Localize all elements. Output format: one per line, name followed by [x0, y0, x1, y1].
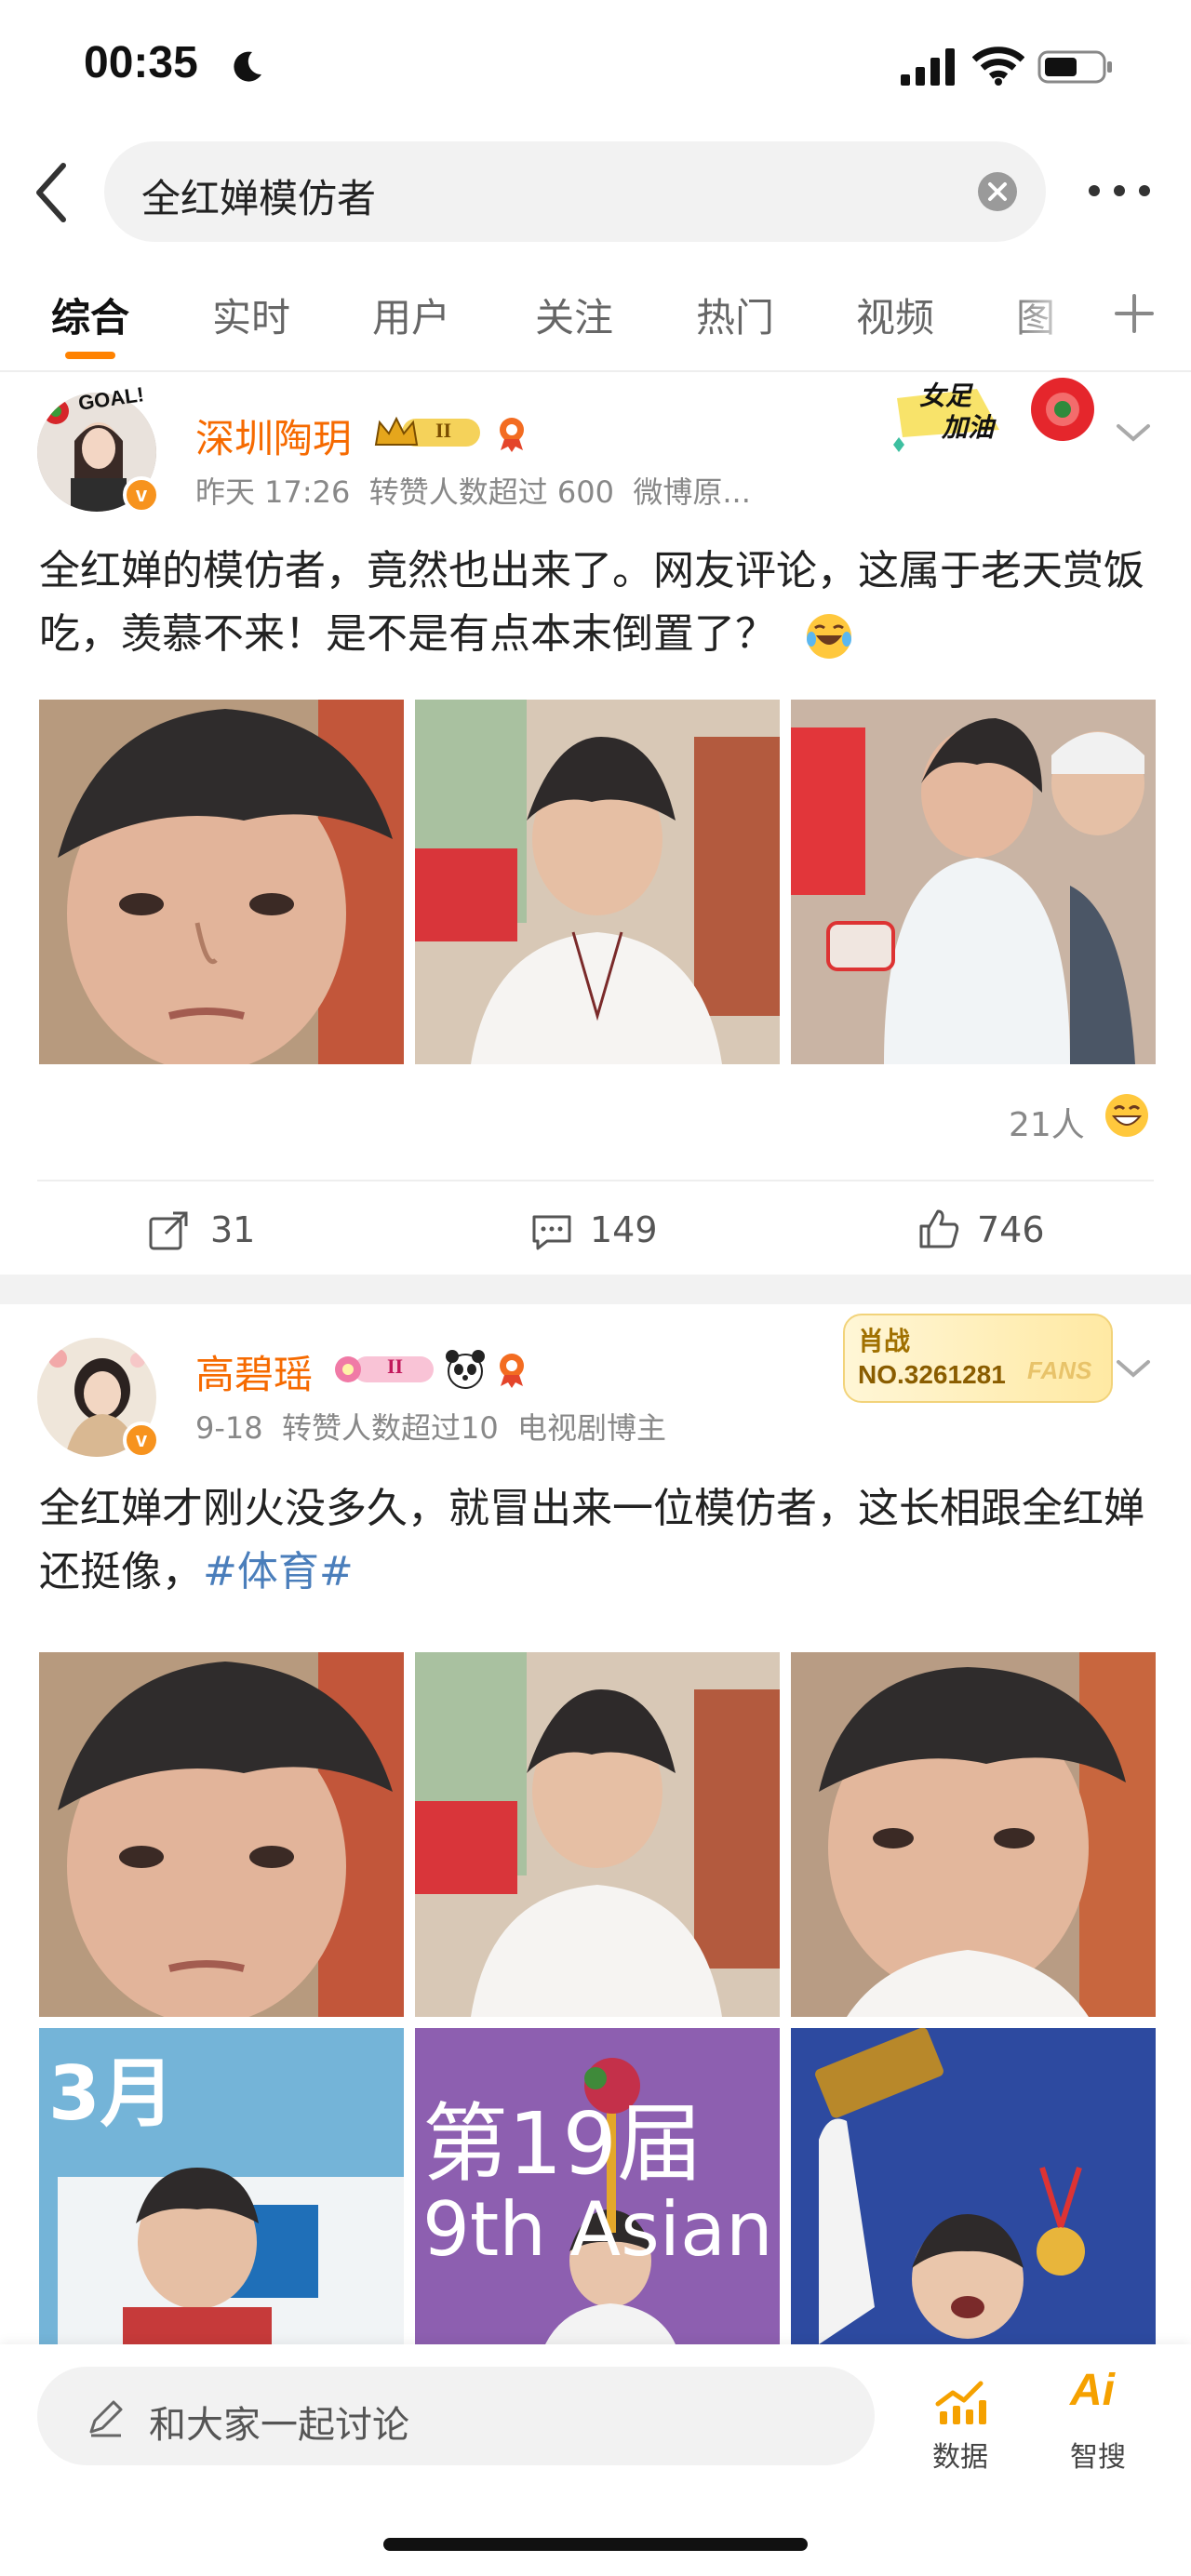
search-tabs: 综合 实时 用户 关注 热门 视频 图 — [0, 270, 1191, 372]
status-bar: 00:35 — [0, 0, 1191, 130]
divider — [37, 1180, 1154, 1181]
comment-input[interactable]: 和大家一起讨论 — [37, 2367, 875, 2465]
back-arrow-icon[interactable] — [28, 160, 74, 225]
medal-icon — [500, 418, 524, 452]
fan-badge-number: NO.3261281 — [858, 1360, 1006, 1389]
data-chart-icon[interactable] — [932, 2372, 988, 2428]
battery-icon — [1037, 50, 1112, 84]
pen-icon — [89, 2400, 123, 2437]
post-body: 全红婵的模仿者，竟然也出来了。网友评论，这属于老天赏饭吃，羡慕不来！是不是有点本… — [39, 547, 1144, 658]
home-indicator — [383, 2538, 808, 2551]
post-card[interactable]: GOAL! v 深圳陶玥 II 昨天 17:26 转赞人数超过 600 微博原.… — [0, 372, 1191, 1275]
fan-badge-title: 肖战 — [858, 1326, 911, 1356]
photo-overlay-text: 9th Asian — [422, 2186, 773, 2273]
photo-overlay-text: 3月 — [48, 2050, 175, 2137]
photo-overlay-text: 第19届 — [422, 2094, 703, 2194]
post-photo[interactable]: 第19届 9th Asian — [415, 2028, 780, 2344]
reposts-note: 转赞人数超过 600 — [368, 474, 615, 510]
reposts-note: 转赞人数超过10 — [281, 1410, 499, 1446]
sticker-line-2: 加油 — [942, 412, 995, 443]
level-badge: II — [387, 1355, 404, 1378]
liked-people-count: 21人 — [1009, 1106, 1085, 1144]
post-photo[interactable] — [791, 2028, 1156, 2344]
repost-count[interactable]: 31 — [210, 1209, 255, 1250]
laugh-cry-emoji-icon — [807, 614, 851, 659]
post-photo[interactable] — [791, 700, 1156, 1064]
post-time: 昨天 17:26 — [195, 474, 351, 510]
post-photo[interactable] — [791, 1652, 1156, 2017]
verified-badge: v — [123, 1421, 160, 1459]
chevron-down-icon[interactable] — [1113, 1355, 1154, 1382]
username[interactable]: 深圳陶玥 — [195, 407, 352, 464]
post-photo[interactable] — [39, 1652, 404, 2017]
post-photo[interactable]: 3月 — [39, 2028, 404, 2344]
username[interactable]: 高碧瑶 — [195, 1343, 313, 1400]
ai-search-icon[interactable]: Ai — [1070, 2365, 1115, 2416]
tabs-fade — [1005, 270, 1117, 363]
vip-crown-badge: II — [374, 413, 484, 452]
bottom-bar: 和大家一起讨论 数据 Ai 智搜 — [0, 2344, 1191, 2576]
active-tab-indicator — [65, 352, 115, 359]
moon-icon — [234, 51, 261, 82]
post-photo[interactable] — [39, 700, 404, 1064]
post-text: 全红婵才刚火没多久，就冒出来一位模仿者，这长相跟全红婵还挺像，#体育# — [39, 1477, 1156, 1604]
like-icon[interactable] — [917, 1208, 960, 1250]
post-photo[interactable] — [415, 1652, 780, 2017]
post-source: 微博原... — [633, 474, 751, 510]
repost-icon[interactable] — [147, 1209, 190, 1252]
more-options-icon[interactable] — [1087, 177, 1152, 205]
grin-emoji-icon — [1105, 1094, 1148, 1137]
fan-badge-tag: FANS — [1027, 1356, 1092, 1384]
verified-badge: v — [123, 476, 160, 514]
post-source: 电视剧博主 — [517, 1410, 667, 1446]
tab-realtime[interactable]: 实时 — [212, 287, 290, 343]
post-meta: 昨天 17:26 转赞人数超过 600 微博原... — [195, 469, 751, 512]
comment-icon[interactable] — [530, 1211, 573, 1254]
post-text: 全红婵的模仿者，竟然也出来了。网友评论，这属于老天赏饭吃，羡慕不来！是不是有点本… — [39, 540, 1156, 666]
comment-placeholder: 和大家一起讨论 — [149, 2404, 409, 2447]
medal-icon — [500, 1354, 524, 1388]
wifi-icon — [972, 47, 1024, 86]
fan-badge: 肖战 NO.3261281 FANS — [843, 1314, 1113, 1403]
hashtag-link[interactable]: #体育# — [203, 1548, 354, 1595]
post-photo[interactable] — [415, 700, 780, 1064]
status-time: 00:35 — [84, 38, 198, 87]
post-time: 9-18 — [195, 1410, 263, 1446]
search-query: 全红婵模仿者 — [141, 176, 377, 221]
tab-users[interactable]: 用户 — [372, 287, 450, 343]
plus-icon[interactable] — [1113, 292, 1156, 335]
data-label[interactable]: 数据 — [932, 2434, 988, 2475]
post-card[interactable]: v 高碧瑶 II 9-18 转赞人数超过10 电视剧博主 肖战 NO.32612… — [0, 1304, 1191, 2344]
tab-comprehensive[interactable]: 综合 — [51, 287, 129, 343]
cheer-sticker: 女足 加油 — [884, 372, 1098, 456]
panda-icon — [446, 1350, 485, 1389]
signal-icon — [901, 48, 955, 86]
level-badge: II — [435, 419, 452, 442]
tab-hot[interactable]: 热门 — [696, 287, 774, 343]
chevron-down-icon[interactable] — [1113, 419, 1154, 447]
comment-count[interactable]: 149 — [590, 1209, 658, 1250]
clear-icon[interactable] — [977, 171, 1018, 212]
post-separator — [0, 1275, 1191, 1304]
vip-flower-badge: II — [331, 1351, 435, 1388]
search-input[interactable]: 全红婵模仿者 — [104, 141, 1046, 242]
like-count[interactable]: 746 — [977, 1209, 1045, 1250]
post-meta: 9-18 转赞人数超过10 电视剧博主 — [195, 1405, 666, 1448]
tab-video[interactable]: 视频 — [856, 287, 934, 343]
tab-following[interactable]: 关注 — [535, 287, 613, 343]
ai-search-label[interactable]: 智搜 — [1070, 2434, 1126, 2475]
